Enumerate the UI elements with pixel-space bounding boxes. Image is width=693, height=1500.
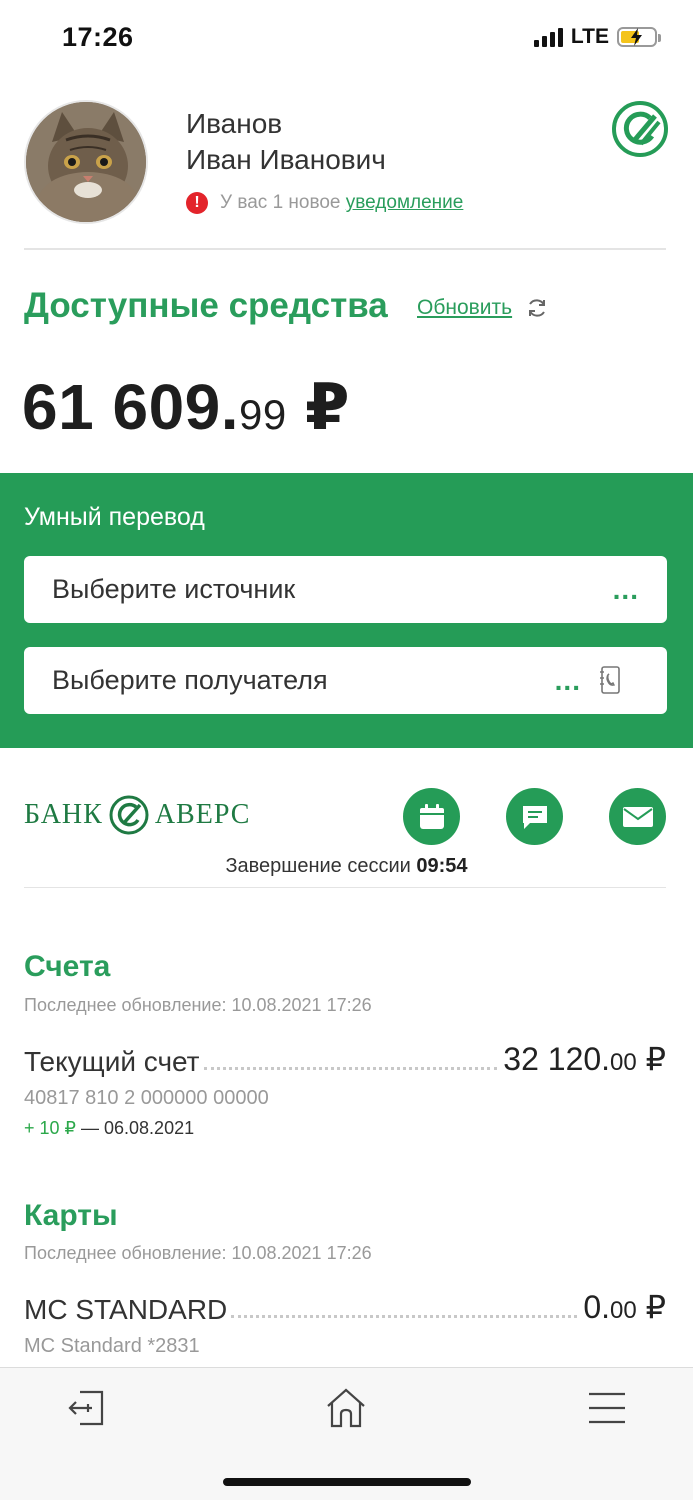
logout-icon[interactable] bbox=[66, 1386, 110, 1430]
dotted-leader bbox=[203, 1067, 498, 1070]
source-placeholder: Выберите источник bbox=[52, 574, 296, 604]
mail-icon bbox=[622, 806, 653, 827]
account-change-date: — 06.08.2021 bbox=[81, 1118, 195, 1138]
card-amount-main: 0. bbox=[583, 1289, 611, 1325]
refresh-icon[interactable] bbox=[526, 297, 548, 319]
divider bbox=[24, 887, 666, 888]
user-last-name: Иванов bbox=[186, 108, 283, 139]
available-balance: 61 609.99 ₽ bbox=[22, 370, 350, 445]
divider bbox=[24, 248, 666, 250]
account-change-amount: + 10 ₽ bbox=[24, 1118, 76, 1138]
account-number: 40817 810 2 000000 00000 bbox=[24, 1087, 269, 1109]
bank-logo: БАНК АВЕРС bbox=[24, 795, 250, 835]
account-amount: 32 120.00 ₽ bbox=[503, 1040, 666, 1078]
home-icon[interactable] bbox=[324, 1386, 368, 1430]
recipient-more-icon[interactable]: ... bbox=[555, 665, 581, 697]
calendar-icon bbox=[419, 803, 444, 829]
funds-title: Доступные средства bbox=[24, 286, 388, 325]
account-amount-main: 32 120. bbox=[503, 1041, 611, 1077]
user-first-middle-name: Иван Иванович bbox=[186, 144, 386, 175]
bank-name-left: БАНК bbox=[24, 799, 103, 830]
profile-header: Иванов Иван Иванович ! У вас 1 новое уве… bbox=[24, 100, 669, 230]
battery-icon bbox=[617, 27, 661, 47]
accounts-title: Счета bbox=[24, 950, 111, 983]
card-name[interactable]: MC STANDARD bbox=[24, 1294, 227, 1326]
card-row[interactable]: MC STANDARD 0.00 ₽ bbox=[24, 1288, 666, 1326]
recipient-placeholder: Выберите получателя bbox=[52, 665, 328, 695]
notification-notice: ! У вас 1 новое уведомление bbox=[186, 192, 463, 214]
recipient-select[interactable]: Выберите получателя ... bbox=[24, 647, 667, 714]
network-label: LTE bbox=[570, 25, 609, 48]
bank-logo-icon bbox=[612, 101, 668, 157]
mail-button[interactable] bbox=[609, 788, 666, 845]
card-amount: 0.00 ₽ bbox=[583, 1288, 666, 1326]
cards-title: Карты bbox=[24, 1199, 118, 1232]
notifications-link[interactable]: уведомление bbox=[346, 192, 464, 213]
smart-transfer-title: Умный перевод bbox=[24, 503, 205, 531]
session-remaining: 09:54 bbox=[416, 855, 468, 877]
card-currency: ₽ bbox=[645, 1289, 666, 1325]
status-indicators: LTE bbox=[533, 25, 661, 49]
smart-transfer-panel: Умный перевод Выберите источник ... Выбе… bbox=[0, 473, 693, 748]
session-label: Завершение сессии bbox=[225, 855, 411, 877]
menu-icon[interactable] bbox=[585, 1386, 629, 1430]
home-indicator bbox=[223, 1478, 471, 1486]
signal-icon bbox=[533, 27, 563, 47]
user-name: Иванов Иван Иванович bbox=[186, 106, 386, 178]
cards-updated: Последнее обновление: 10.08.2021 17:26 bbox=[24, 1243, 372, 1263]
dotted-leader bbox=[231, 1315, 578, 1318]
refresh-label[interactable]: Обновить bbox=[417, 296, 512, 320]
balance-currency: ₽ bbox=[305, 371, 351, 443]
account-currency: ₽ bbox=[645, 1041, 666, 1077]
balance-kopecks: 99 bbox=[239, 391, 287, 438]
status-bar: 17:26 LTE bbox=[0, 0, 693, 76]
notice-text: У вас 1 новое bbox=[220, 192, 341, 213]
account-name[interactable]: Текущий счет bbox=[24, 1046, 200, 1078]
status-time: 17:26 bbox=[62, 22, 134, 52]
source-more-icon[interactable]: ... bbox=[613, 574, 639, 606]
avatar[interactable] bbox=[24, 100, 148, 224]
refresh-button[interactable]: Обновить bbox=[417, 296, 548, 320]
chat-button[interactable] bbox=[506, 788, 563, 845]
account-row[interactable]: Текущий счет 32 120.00 ₽ bbox=[24, 1040, 666, 1078]
card-description: MC Standard *2831 bbox=[24, 1335, 200, 1357]
chat-icon bbox=[522, 805, 547, 829]
bank-emblem-icon bbox=[109, 795, 149, 835]
account-amount-kopecks: 00 bbox=[610, 1049, 637, 1076]
card-amount-kopecks: 00 bbox=[610, 1297, 637, 1324]
bank-name-right: АВЕРС bbox=[154, 799, 251, 830]
source-select[interactable]: Выберите источник ... bbox=[24, 556, 667, 623]
session-timer: Завершение сессии 09:54 bbox=[0, 855, 693, 878]
calendar-button[interactable] bbox=[403, 788, 460, 845]
accounts-updated: Последнее обновление: 10.08.2021 17:26 bbox=[24, 995, 372, 1015]
account-last-change: + 10 ₽ — 06.08.2021 bbox=[24, 1118, 194, 1139]
contact-book-icon[interactable] bbox=[599, 666, 621, 694]
alert-icon: ! bbox=[186, 192, 208, 214]
balance-main: 61 609. bbox=[22, 371, 240, 443]
